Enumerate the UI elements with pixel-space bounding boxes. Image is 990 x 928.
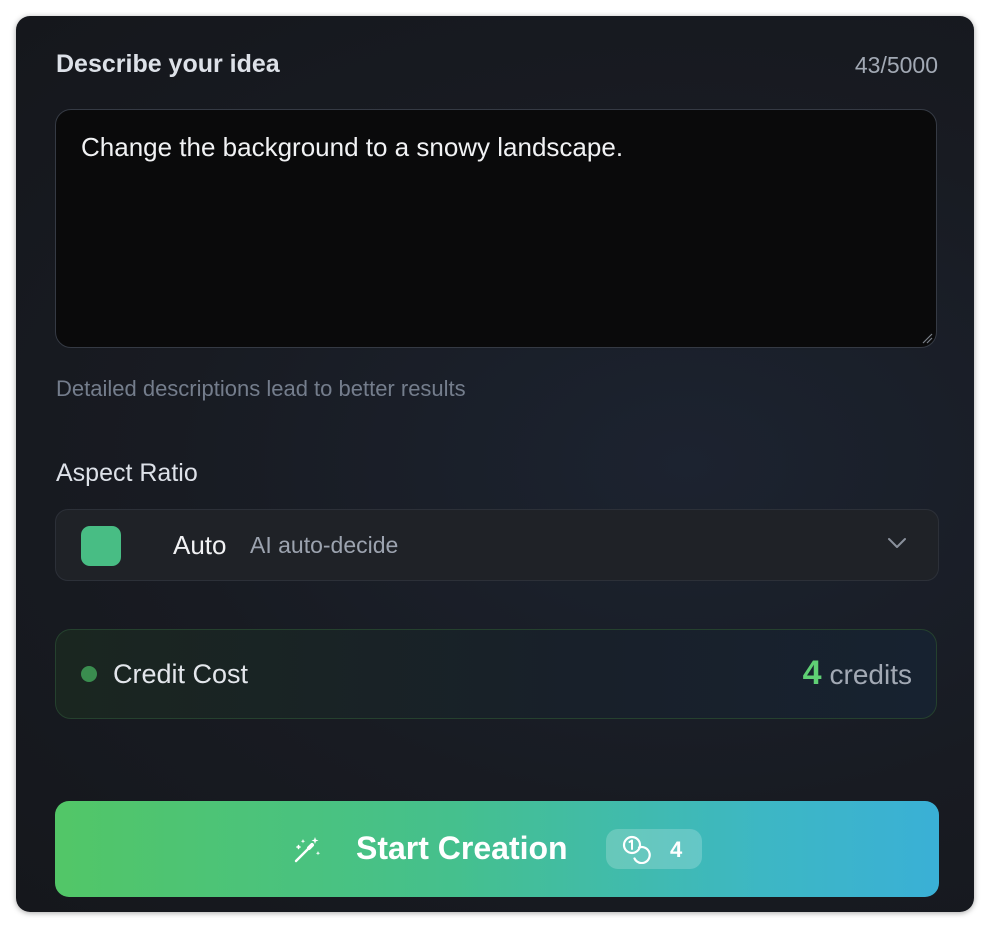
aspect-ratio-value: Auto [173, 530, 227, 560]
creation-cost-value: 4 [670, 837, 683, 862]
aspect-ratio-select[interactable]: Auto AI auto-decide [55, 509, 939, 581]
prompt-hint: Detailed descriptions lead to better res… [56, 376, 466, 401]
character-counter: 43/5000 [854, 52, 938, 78]
aspect-ratio-label: Aspect Ratio [56, 459, 198, 487]
credit-cost-label: Credit Cost [113, 659, 249, 689]
aspect-ratio-description: AI auto-decide [250, 532, 399, 558]
credit-cost-unit: credits [829, 659, 912, 690]
prompt-text[interactable]: Change the background to a snowy landsca… [81, 132, 623, 163]
coins-icon [622, 835, 651, 864]
creation-panel: Describe your idea 43/5000 Change the ba… [16, 16, 974, 912]
status-dot-icon [81, 666, 97, 682]
start-creation-button[interactable]: Start Creation 4 [55, 801, 939, 897]
prompt-textarea[interactable]: Change the background to a snowy landsca… [55, 109, 937, 348]
resize-handle-icon[interactable] [921, 332, 933, 344]
prompt-title: Describe your idea [56, 50, 280, 78]
magic-wand-icon [294, 837, 321, 863]
credit-cost-amount: 4 credits [803, 654, 912, 693]
start-creation-label: Start Creation [356, 830, 568, 866]
chevron-down-icon [888, 538, 906, 548]
aspect-ratio-swatch-icon [81, 526, 121, 566]
credit-cost-card: Credit Cost 4 credits [55, 629, 937, 719]
credit-cost-number: 4 [802, 654, 822, 692]
creation-cost-badge: 4 [606, 829, 702, 869]
